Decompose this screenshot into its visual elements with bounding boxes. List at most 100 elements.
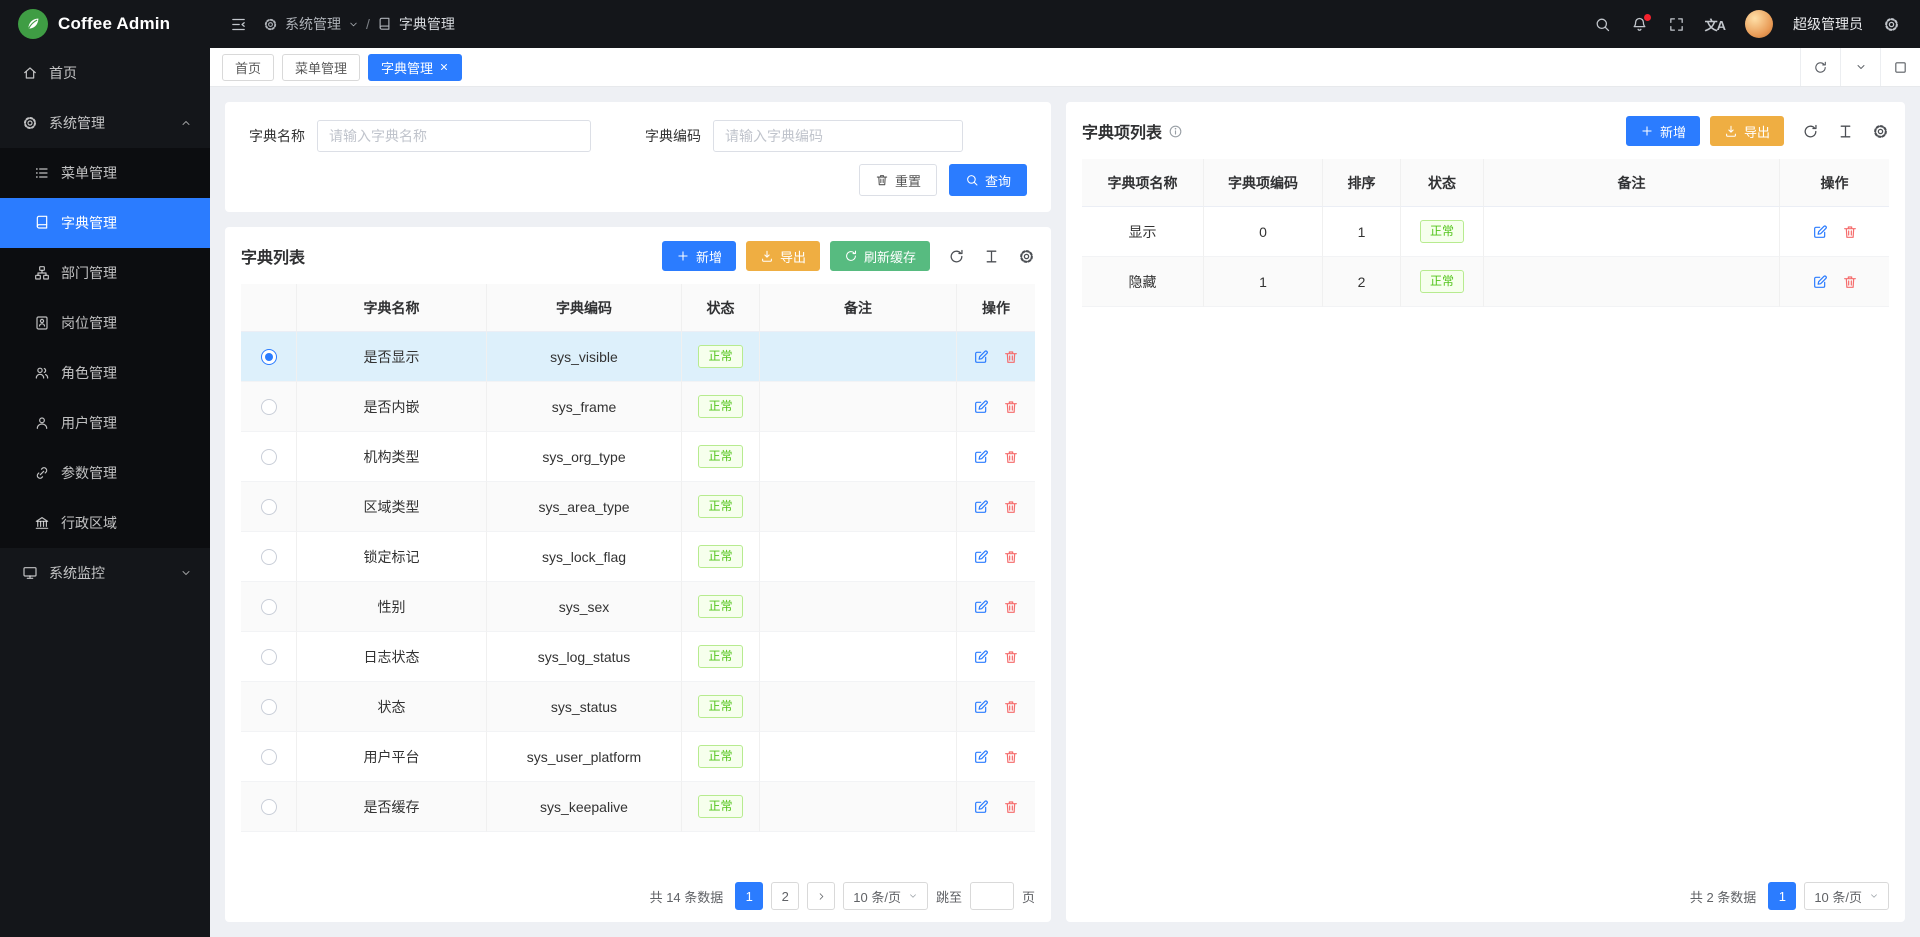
edit-icon[interactable]: [1812, 274, 1828, 290]
row-select-radio[interactable]: [261, 599, 277, 615]
row-select-radio[interactable]: [261, 549, 277, 565]
tab-dict-mgmt[interactable]: 字典管理: [368, 54, 462, 81]
refresh-icon[interactable]: [1802, 123, 1819, 140]
delete-icon[interactable]: [1842, 224, 1858, 240]
info-icon[interactable]: [1168, 124, 1183, 139]
edit-icon[interactable]: [973, 549, 989, 565]
edit-icon[interactable]: [973, 499, 989, 515]
menu-label: 首页: [49, 63, 77, 83]
delete-icon[interactable]: [1003, 499, 1019, 515]
page-1-button[interactable]: 1: [1768, 882, 1796, 910]
dict-table-row[interactable]: 是否显示 sys_visible 正常: [241, 332, 1035, 382]
dict-name-input[interactable]: [317, 120, 591, 152]
maximize-icon[interactable]: [1880, 48, 1920, 86]
edit-icon[interactable]: [973, 749, 989, 765]
dict-code-input[interactable]: [713, 120, 963, 152]
dict-table-row[interactable]: 性别 sys_sex 正常: [241, 582, 1035, 632]
delete-icon[interactable]: [1003, 549, 1019, 565]
dict-table-row[interactable]: 用户平台 sys_user_platform 正常: [241, 732, 1035, 782]
dict-table-row[interactable]: 区域类型 sys_area_type 正常: [241, 482, 1035, 532]
edit-icon[interactable]: [973, 349, 989, 365]
page-2-button[interactable]: 2: [771, 882, 799, 910]
app-logo[interactable]: Coffee Admin: [0, 0, 210, 48]
add-button[interactable]: 新增: [662, 241, 736, 271]
dict-table-row[interactable]: 锁定标记 sys_lock_flag 正常: [241, 532, 1035, 582]
column-height-icon[interactable]: [983, 248, 1000, 265]
page-jump-input[interactable]: [970, 882, 1014, 910]
edit-icon[interactable]: [973, 649, 989, 665]
sidebar-item-system-mgmt[interactable]: 系统管理: [0, 98, 210, 148]
row-select-radio[interactable]: [261, 449, 277, 465]
refresh-cache-button[interactable]: 刷新缓存: [830, 241, 930, 271]
delete-icon[interactable]: [1842, 274, 1858, 290]
column-settings-gear-icon[interactable]: [1018, 248, 1035, 265]
fullscreen-icon[interactable]: [1668, 16, 1685, 33]
page-1-button[interactable]: 1: [735, 882, 763, 910]
sidebar-item-role-mgmt[interactable]: 角色管理: [0, 348, 210, 398]
row-select-radio[interactable]: [261, 399, 277, 415]
add-item-button[interactable]: 新增: [1626, 116, 1700, 146]
delete-icon[interactable]: [1003, 449, 1019, 465]
avatar[interactable]: [1745, 10, 1773, 38]
remark-cell: [760, 632, 957, 682]
sidebar-item-dept-mgmt[interactable]: 部门管理: [0, 248, 210, 298]
refresh-icon[interactable]: [948, 248, 965, 265]
sidebar-item-menu-mgmt[interactable]: 菜单管理: [0, 148, 210, 198]
row-select-radio[interactable]: [261, 499, 277, 515]
dict-table-row[interactable]: 机构类型 sys_org_type 正常: [241, 432, 1035, 482]
dict-table-row[interactable]: 是否内嵌 sys_frame 正常: [241, 382, 1035, 432]
column-height-icon[interactable]: [1837, 123, 1854, 140]
query-button[interactable]: 查询: [949, 164, 1027, 196]
dict-table-row[interactable]: 是否缓存 sys_keepalive 正常: [241, 782, 1035, 832]
row-select-radio[interactable]: [261, 349, 277, 365]
sidebar-item-home[interactable]: 首页: [0, 48, 210, 98]
edit-icon[interactable]: [973, 599, 989, 615]
delete-icon[interactable]: [1003, 649, 1019, 665]
next-page-button[interactable]: [807, 882, 835, 910]
sidebar-item-dict-mgmt[interactable]: 字典管理: [0, 198, 210, 248]
translate-icon[interactable]: 文A: [1705, 15, 1725, 34]
delete-icon[interactable]: [1003, 349, 1019, 365]
edit-icon[interactable]: [973, 449, 989, 465]
dict-item-row[interactable]: 隐藏 1 2 正常: [1082, 257, 1889, 307]
refresh-icon[interactable]: [1800, 48, 1840, 86]
row-select-radio[interactable]: [261, 799, 277, 815]
settings-gear-icon[interactable]: [1883, 16, 1900, 33]
dict-item-row[interactable]: 显示 0 1 正常: [1082, 207, 1889, 257]
sidebar-item-region-mgmt[interactable]: 行政区域: [0, 498, 210, 548]
edit-icon[interactable]: [1812, 224, 1828, 240]
delete-icon[interactable]: [1003, 599, 1019, 615]
edit-icon[interactable]: [973, 699, 989, 715]
delete-icon[interactable]: [1003, 699, 1019, 715]
delete-icon[interactable]: [1003, 749, 1019, 765]
page-size-select[interactable]: 10 条/页: [1804, 882, 1889, 910]
close-icon[interactable]: [439, 62, 449, 72]
breadcrumb-system-mgmt[interactable]: 系统管理: [285, 14, 341, 34]
edit-icon[interactable]: [973, 399, 989, 415]
column-settings-gear-icon[interactable]: [1872, 123, 1889, 140]
row-select-radio[interactable]: [261, 649, 277, 665]
sidebar-item-post-mgmt[interactable]: 岗位管理: [0, 298, 210, 348]
dict-table-row[interactable]: 日志状态 sys_log_status 正常: [241, 632, 1035, 682]
col-action: 操作: [1780, 159, 1889, 207]
edit-icon[interactable]: [973, 799, 989, 815]
menu-fold-icon[interactable]: [230, 16, 247, 33]
search-icon[interactable]: [1594, 16, 1611, 33]
row-select-radio[interactable]: [261, 699, 277, 715]
row-select-radio[interactable]: [261, 749, 277, 765]
delete-icon[interactable]: [1003, 799, 1019, 815]
export-items-button[interactable]: 导出: [1710, 116, 1784, 146]
chevron-down-icon[interactable]: [1840, 48, 1880, 86]
reset-button[interactable]: 重置: [859, 164, 937, 196]
delete-icon[interactable]: [1003, 399, 1019, 415]
sidebar-item-param-mgmt[interactable]: 参数管理: [0, 448, 210, 498]
bell-icon[interactable]: [1631, 16, 1648, 33]
tab-home[interactable]: 首页: [222, 54, 274, 81]
dict-table-row[interactable]: 状态 sys_status 正常: [241, 682, 1035, 732]
export-button[interactable]: 导出: [746, 241, 820, 271]
sidebar-item-system-monitor[interactable]: 系统监控: [0, 548, 210, 598]
username[interactable]: 超级管理员: [1793, 14, 1863, 34]
sidebar-item-user-mgmt[interactable]: 用户管理: [0, 398, 210, 448]
page-size-select[interactable]: 10 条/页: [843, 882, 928, 910]
tab-menu-mgmt[interactable]: 菜单管理: [282, 54, 360, 81]
